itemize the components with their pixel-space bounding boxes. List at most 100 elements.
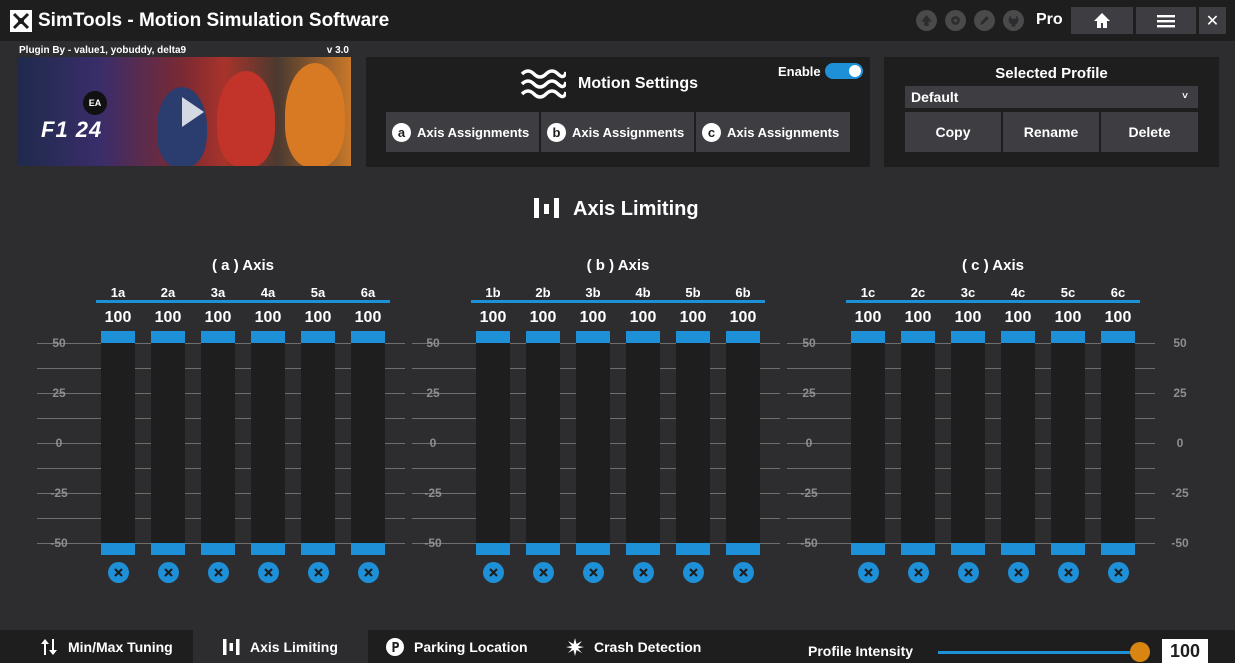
slider-min-handle[interactable] bbox=[526, 543, 560, 555]
reset-axis-button[interactable] bbox=[533, 562, 554, 583]
axis-assignments-a-button[interactable]: a Axis Assignments bbox=[386, 112, 539, 152]
axis-range-slider[interactable] bbox=[251, 331, 285, 555]
axis-range-slider[interactable] bbox=[1101, 331, 1135, 555]
slider-max-handle[interactable] bbox=[476, 331, 510, 343]
reset-axis-button[interactable] bbox=[583, 562, 604, 583]
play-icon[interactable] bbox=[182, 97, 204, 127]
reset-axis-button[interactable] bbox=[633, 562, 654, 583]
reset-axis-button[interactable] bbox=[683, 562, 704, 583]
slider-min-handle[interactable] bbox=[901, 543, 935, 555]
slider-min-handle[interactable] bbox=[576, 543, 610, 555]
axis-range-slider[interactable] bbox=[201, 331, 235, 555]
axis-column-label: 4b bbox=[635, 285, 651, 300]
reset-axis-button[interactable] bbox=[108, 562, 129, 583]
slider-min-handle[interactable] bbox=[626, 543, 660, 555]
intensity-value-field[interactable]: 100 bbox=[1162, 639, 1208, 663]
close-icon bbox=[589, 568, 598, 577]
slider-max-handle[interactable] bbox=[1051, 331, 1085, 343]
axis-range-slider[interactable] bbox=[476, 331, 510, 555]
slider-max-handle[interactable] bbox=[301, 331, 335, 343]
slider-max-handle[interactable] bbox=[576, 331, 610, 343]
slider-max-handle[interactable] bbox=[201, 331, 235, 343]
slider-max-handle[interactable] bbox=[151, 331, 185, 343]
close-button[interactable]: ✕ bbox=[1199, 7, 1226, 34]
reset-axis-button[interactable] bbox=[483, 562, 504, 583]
slider-max-handle[interactable] bbox=[726, 331, 760, 343]
slider-min-handle[interactable] bbox=[676, 543, 710, 555]
slider-min-handle[interactable] bbox=[726, 543, 760, 555]
slider-min-handle[interactable] bbox=[1101, 543, 1135, 555]
slider-min-handle[interactable] bbox=[151, 543, 185, 555]
reset-axis-button[interactable] bbox=[208, 562, 229, 583]
slider-max-handle[interactable] bbox=[1001, 331, 1035, 343]
copy-profile-button[interactable]: Copy bbox=[905, 112, 1001, 152]
slider-max-handle[interactable] bbox=[101, 331, 135, 343]
tab-crash-detection[interactable]: Crash Detection bbox=[566, 630, 726, 663]
slider-max-handle[interactable] bbox=[251, 331, 285, 343]
slider-min-handle[interactable] bbox=[1001, 543, 1035, 555]
axis-range-slider[interactable] bbox=[301, 331, 335, 555]
slider-max-handle[interactable] bbox=[351, 331, 385, 343]
slider-max-handle[interactable] bbox=[1101, 331, 1135, 343]
slider-min-handle[interactable] bbox=[101, 543, 135, 555]
axis-range-slider[interactable] bbox=[676, 331, 710, 555]
axis-range-slider[interactable] bbox=[951, 331, 985, 555]
enable-toggle[interactable] bbox=[825, 63, 863, 79]
slider-max-handle[interactable] bbox=[951, 331, 985, 343]
axis-column-label: 4a bbox=[260, 285, 276, 300]
profile-dropdown[interactable]: Default ˅ bbox=[905, 86, 1198, 108]
game-plugin-image[interactable]: EA F1 24 bbox=[17, 57, 351, 166]
axis-assignments-b-button[interactable]: b Axis Assignments bbox=[541, 112, 694, 152]
axis-range-slider[interactable] bbox=[1051, 331, 1085, 555]
tab-parking-location[interactable]: Parking Location bbox=[386, 630, 546, 663]
reset-axis-button[interactable] bbox=[308, 562, 329, 583]
intensity-slider-handle[interactable] bbox=[1130, 642, 1150, 662]
power-plug-icon[interactable] bbox=[1003, 10, 1024, 31]
slider-min-handle[interactable] bbox=[1051, 543, 1085, 555]
reset-axis-button[interactable] bbox=[258, 562, 279, 583]
axis-range-slider[interactable] bbox=[526, 331, 560, 555]
reset-axis-button[interactable] bbox=[1058, 562, 1079, 583]
reset-axis-button[interactable] bbox=[733, 562, 754, 583]
axis-range-slider[interactable] bbox=[576, 331, 610, 555]
slider-max-handle[interactable] bbox=[626, 331, 660, 343]
slider-min-handle[interactable] bbox=[351, 543, 385, 555]
reset-axis-button[interactable] bbox=[958, 562, 979, 583]
axis-range-slider[interactable] bbox=[351, 331, 385, 555]
reset-axis-button[interactable] bbox=[908, 562, 929, 583]
slider-max-handle[interactable] bbox=[901, 331, 935, 343]
slider-min-handle[interactable] bbox=[301, 543, 335, 555]
axis-range-slider[interactable] bbox=[901, 331, 935, 555]
slider-max-handle[interactable] bbox=[851, 331, 885, 343]
tab-axis-limiting[interactable]: Axis Limiting bbox=[193, 630, 368, 663]
reset-axis-button[interactable] bbox=[1008, 562, 1029, 583]
reset-axis-button[interactable] bbox=[1108, 562, 1129, 583]
gear-badge-icon[interactable] bbox=[945, 10, 966, 31]
reset-axis-button[interactable] bbox=[158, 562, 179, 583]
close-icon: ✕ bbox=[1205, 12, 1220, 30]
axis-range-slider[interactable] bbox=[726, 331, 760, 555]
slider-max-handle[interactable] bbox=[676, 331, 710, 343]
slider-min-handle[interactable] bbox=[851, 543, 885, 555]
axis-range-slider[interactable] bbox=[626, 331, 660, 555]
axis-range-slider[interactable] bbox=[101, 331, 135, 555]
menu-button[interactable] bbox=[1136, 7, 1196, 34]
reset-axis-button[interactable] bbox=[858, 562, 879, 583]
intensity-slider-track[interactable] bbox=[938, 651, 1138, 654]
delete-profile-button[interactable]: Delete bbox=[1101, 112, 1198, 152]
slider-min-handle[interactable] bbox=[251, 543, 285, 555]
axis-range-slider[interactable] bbox=[1001, 331, 1035, 555]
slider-min-handle[interactable] bbox=[951, 543, 985, 555]
axis-range-slider[interactable] bbox=[851, 331, 885, 555]
slider-min-handle[interactable] bbox=[201, 543, 235, 555]
rename-profile-button[interactable]: Rename bbox=[1003, 112, 1099, 152]
up-arrow-icon[interactable] bbox=[916, 10, 937, 31]
home-button[interactable] bbox=[1071, 7, 1133, 34]
tab-min-max-tuning[interactable]: Min/Max Tuning bbox=[0, 630, 190, 663]
axis-range-slider[interactable] bbox=[151, 331, 185, 555]
pencil-icon[interactable] bbox=[974, 10, 995, 31]
slider-max-handle[interactable] bbox=[526, 331, 560, 343]
slider-min-handle[interactable] bbox=[476, 543, 510, 555]
axis-assignments-c-button[interactable]: c Axis Assignments bbox=[696, 112, 850, 152]
reset-axis-button[interactable] bbox=[358, 562, 379, 583]
